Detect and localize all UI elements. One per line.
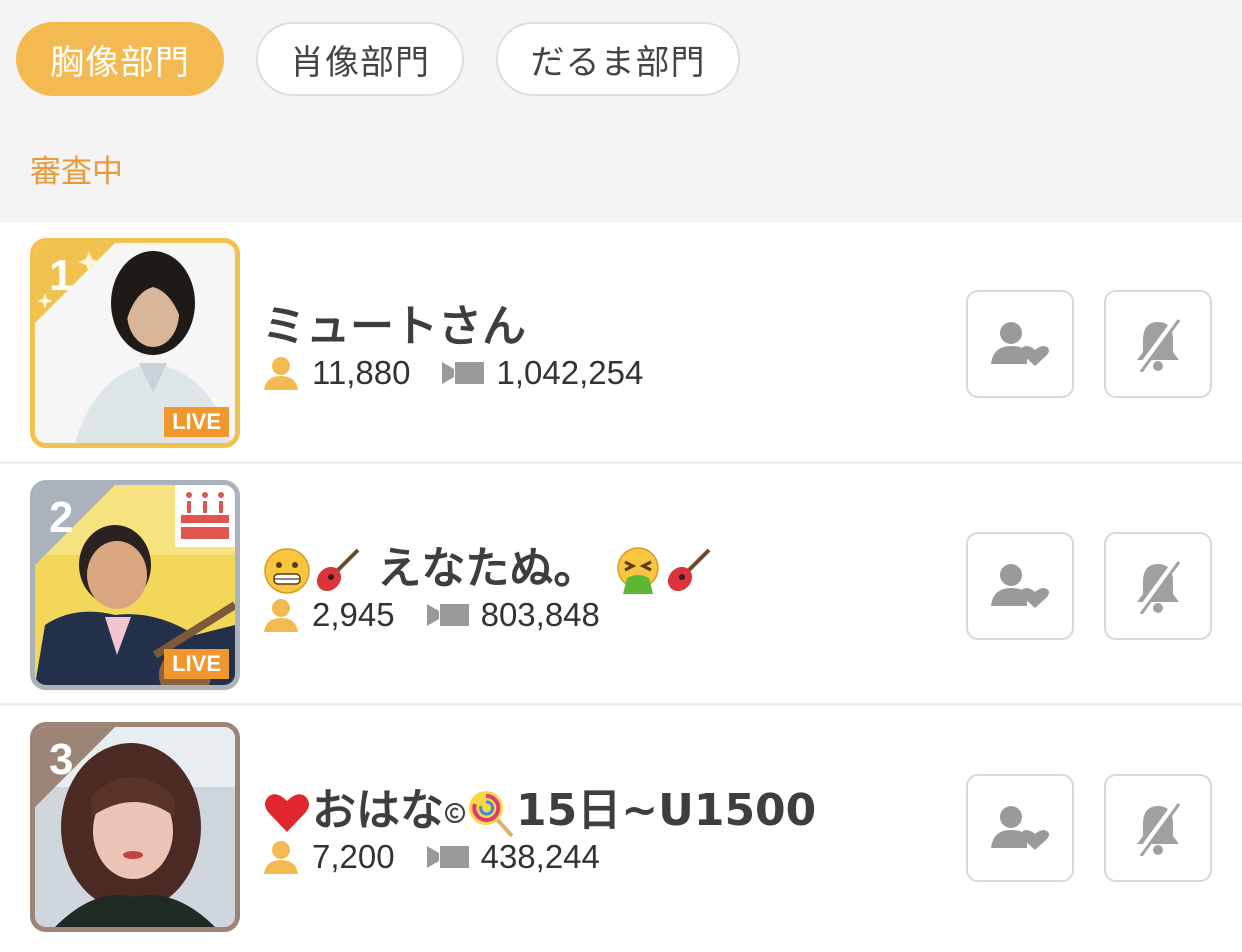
- person-heart-icon: [991, 564, 1049, 608]
- category-tabs: 胸像部門 肖像部門 だるま部門: [16, 22, 740, 96]
- grimacing-face-icon: [264, 548, 310, 594]
- bell-off-icon: [1136, 558, 1181, 614]
- user-name[interactable]: えなたぬ。: [262, 532, 713, 596]
- video-camera-icon: [426, 604, 469, 626]
- lollipop-icon: [469, 791, 514, 838]
- user-name[interactable]: おはな 15日~U1500: [262, 774, 816, 838]
- bell-off-icon: [1136, 316, 1181, 372]
- avatar[interactable]: 3: [30, 722, 240, 932]
- rank-number: 1: [49, 251, 74, 300]
- ranking-row[interactable]: 3 おはな 15日~U1500 7,200 438,244: [0, 706, 1242, 948]
- user-stats: 7,200 438,244: [262, 838, 632, 876]
- notification-button[interactable]: [1104, 290, 1212, 398]
- tab-daruma[interactable]: だるま部門: [496, 22, 740, 96]
- notification-button[interactable]: [1104, 774, 1212, 882]
- view-count: 438,244: [480, 838, 600, 875]
- person-icon: [264, 841, 298, 874]
- user-name-text: おはな: [312, 785, 444, 836]
- user-name-text: えなたぬ。: [377, 543, 598, 594]
- user-stats: 2,945 803,848: [262, 596, 632, 634]
- live-badge: LIVE: [164, 407, 229, 437]
- bell-off-icon: [1136, 800, 1181, 856]
- follower-count: 7,200: [312, 838, 395, 875]
- avatar[interactable]: 1 LIVE: [30, 238, 240, 448]
- review-status-label: 審査中: [30, 154, 123, 190]
- user-name-suffix: 15日~U1500: [516, 785, 817, 836]
- person-heart-icon: [991, 806, 1049, 850]
- guitar-icon: [667, 548, 711, 592]
- ranking-row[interactable]: 2 LIVE えなたぬ。 2,945 803,848: [0, 464, 1242, 706]
- person-heart-icon: [991, 322, 1049, 366]
- ranking-list: 1 LIVE ミュートさん 11,880 1,042,254 2 LIVE えな…: [0, 222, 1242, 948]
- live-badge: LIVE: [164, 649, 229, 679]
- ranking-row[interactable]: 1 LIVE ミュートさん 11,880 1,042,254: [0, 222, 1242, 464]
- follow-button[interactable]: [966, 532, 1074, 640]
- user-name[interactable]: ミュートさん: [262, 290, 526, 354]
- copyright-icon: [445, 803, 465, 823]
- follow-button[interactable]: [966, 290, 1074, 398]
- heart-icon: [265, 794, 309, 832]
- vomiting-face-icon: [616, 547, 659, 594]
- video-camera-icon: [426, 846, 469, 868]
- tab-bust[interactable]: 胸像部門: [16, 22, 224, 96]
- tab-portrait[interactable]: 肖像部門: [256, 22, 464, 96]
- view-count: 1,042,254: [496, 354, 644, 391]
- video-camera-icon: [442, 362, 485, 384]
- birthday-cake-icon: [175, 485, 235, 547]
- user-stats: 11,880 1,042,254: [262, 354, 675, 392]
- rank-number: 3: [49, 735, 74, 784]
- person-icon: [264, 599, 298, 632]
- person-icon: [264, 357, 298, 390]
- follower-count: 2,945: [312, 596, 395, 633]
- avatar[interactable]: 2 LIVE: [30, 480, 240, 690]
- follower-count: 11,880: [312, 354, 411, 391]
- view-count: 803,848: [480, 596, 600, 633]
- notification-button[interactable]: [1104, 532, 1212, 640]
- follow-button[interactable]: [966, 774, 1074, 882]
- header-area: 胸像部門 肖像部門 だるま部門 審査中: [0, 0, 1242, 222]
- guitar-icon: [316, 548, 360, 592]
- rank-number: 2: [49, 493, 74, 542]
